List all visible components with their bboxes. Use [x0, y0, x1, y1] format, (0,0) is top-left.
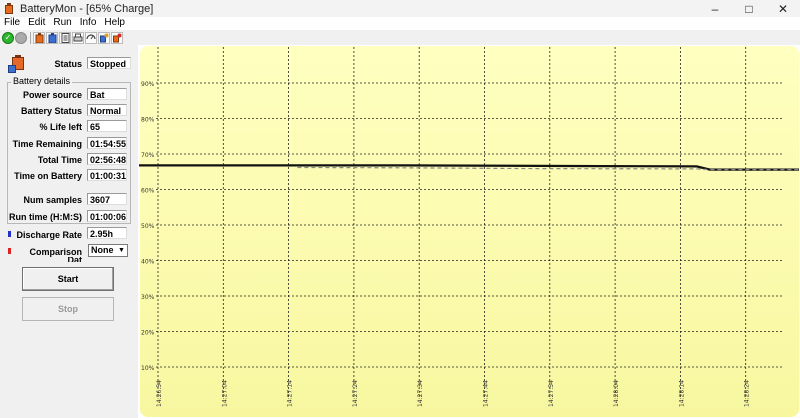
- menu-run[interactable]: Run: [49, 17, 75, 29]
- chart-icon[interactable]: [85, 31, 97, 44]
- y-tick-label: 10%: [141, 365, 155, 372]
- comparison-label-cut: Dat: [67, 257, 82, 262]
- battery-chart: 90% 80% 70% 60% 50% 40% 30% 20% 10% 14:26:54 14:2…: [139, 45, 800, 418]
- x-tick-label: 14:27:04: [221, 380, 228, 407]
- time-remaining-label: Time Remaining: [12, 139, 82, 149]
- chart-background: [140, 46, 799, 417]
- y-tick-label: 70%: [141, 152, 155, 159]
- y-tick-label: 50%: [141, 223, 155, 230]
- start-button[interactable]: Start: [22, 267, 114, 291]
- time-remaining-value: 01:54:55: [87, 137, 127, 149]
- print-icon[interactable]: [72, 31, 84, 44]
- menu-file[interactable]: File: [0, 17, 24, 29]
- battery-status-label: Battery Status: [20, 106, 82, 116]
- window-controls: – □ ✕: [698, 0, 800, 17]
- y-tick-label: 20%: [141, 330, 155, 337]
- battery-details-title: Battery details: [11, 76, 73, 86]
- run-time-label: Run time (H:M:S): [9, 212, 82, 222]
- menu-info[interactable]: Info: [76, 17, 101, 29]
- status-label: Status: [54, 59, 82, 69]
- battery-status-value: Normal: [87, 104, 127, 116]
- discharge-rate-label: Discharge Rate: [16, 230, 82, 240]
- stop-icon[interactable]: [15, 31, 27, 44]
- x-tick-label: 14:28:24: [744, 380, 751, 407]
- comparison-label: Comparison: [29, 247, 82, 257]
- power-icon[interactable]: [111, 31, 123, 44]
- discharge-rate-value: 2.95h: [87, 227, 127, 239]
- battery-icon[interactable]: [33, 31, 45, 44]
- settings-icon[interactable]: [98, 31, 110, 44]
- batterymon-logo-icon: [8, 53, 30, 73]
- toolbar-separator: [30, 31, 31, 44]
- menu-edit[interactable]: Edit: [24, 17, 49, 29]
- battery-chart-svg: 90% 80% 70% 60% 50% 40% 30% 20% 10% 14:26:54 14:2…: [139, 46, 799, 417]
- maximize-icon[interactable]: □: [732, 0, 766, 17]
- life-left-label: % Life left: [39, 122, 82, 132]
- y-tick-label: 30%: [141, 294, 155, 301]
- power-source-label: Power source: [22, 90, 82, 100]
- minimize-icon[interactable]: –: [698, 0, 732, 17]
- close-icon[interactable]: ✕: [766, 0, 800, 17]
- left-panel: Status Stopped Battery details Power sou…: [0, 45, 138, 418]
- x-tick-label: 14:27:44: [483, 380, 490, 407]
- stop-button[interactable]: Stop: [22, 297, 114, 321]
- run-time-value: 01:00:06: [87, 210, 127, 222]
- y-tick-label: 90%: [141, 81, 155, 88]
- x-tick-label: 14:28:04: [613, 380, 620, 407]
- y-tick-label: 60%: [141, 188, 155, 195]
- start-icon[interactable]: ✓: [2, 31, 14, 44]
- num-samples-label: Num samples: [23, 195, 82, 205]
- total-time-label: Total Time: [37, 155, 82, 165]
- time-on-battery-label: Time on Battery: [14, 171, 82, 181]
- title-bar: BatteryMon - [65% Charge] – □ ✕: [0, 0, 800, 17]
- power-source-value: Bat: [87, 88, 127, 100]
- toolbar: ✓: [0, 30, 800, 45]
- y-tick-label: 40%: [141, 259, 155, 266]
- status-value: Stopped: [87, 57, 131, 69]
- comparison-select-value: None: [91, 245, 114, 255]
- x-tick-label: 14:28:14: [678, 380, 685, 407]
- x-tick-label: 14:27:14: [287, 380, 294, 407]
- window-title: BatteryMon - [65% Charge]: [20, 2, 154, 15]
- menu-help[interactable]: Help: [100, 17, 129, 29]
- x-tick-label: 14:27:54: [548, 380, 555, 407]
- num-samples-value: 3607: [87, 193, 127, 205]
- chevron-down-icon: ▼: [118, 247, 125, 254]
- total-time-value: 02:56:48: [87, 153, 127, 165]
- x-tick-label: 14:27:34: [417, 380, 424, 407]
- comparison-select[interactable]: None ▼: [88, 244, 128, 257]
- log-icon[interactable]: [59, 31, 71, 44]
- y-tick-label: 80%: [141, 117, 155, 124]
- life-left-value: 65: [87, 120, 127, 132]
- x-tick-label: 14:27:24: [352, 380, 359, 407]
- menu-bar: File Edit Run Info Help: [0, 17, 800, 29]
- app-battery-icon: [3, 2, 15, 15]
- x-tick-label: 14:26:54: [156, 380, 163, 407]
- time-on-battery-value: 01:00:31: [87, 169, 127, 181]
- battery-info-icon[interactable]: [46, 31, 58, 44]
